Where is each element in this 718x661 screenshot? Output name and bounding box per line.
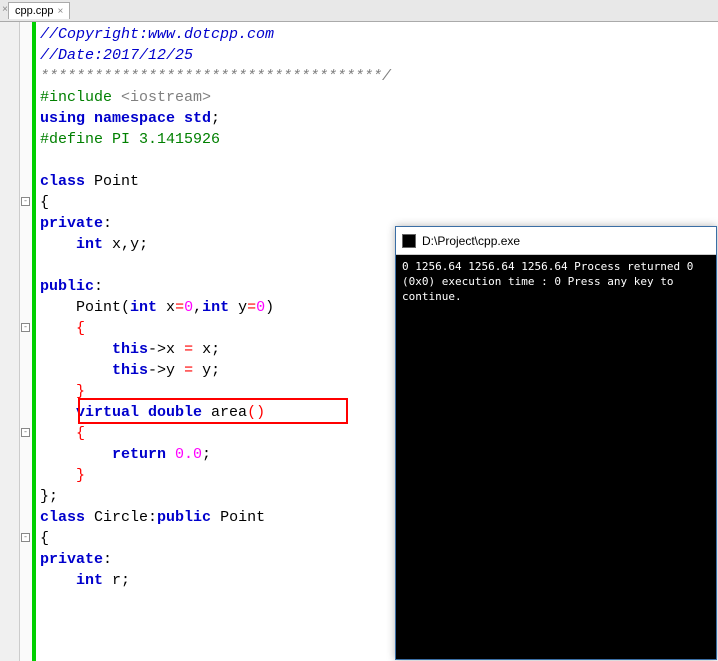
console-window[interactable]: D:\Project\cpp.exe 0 1256.64 1256.64 125… [395,226,717,660]
code-line[interactable]: class Point [40,171,714,192]
code-line[interactable]: { [40,192,714,213]
code-line[interactable]: //Copyright:www.dotcpp.com [40,24,714,45]
code-line[interactable]: #include <iostream> [40,87,714,108]
console-output: 0 1256.64 1256.64 1256.64 Process return… [396,255,716,659]
line-gutter [0,22,20,661]
code-line[interactable]: #define PI 3.1415926 [40,129,714,150]
code-line[interactable] [40,150,714,171]
code-line[interactable]: //Date:2017/12/25 [40,45,714,66]
console-title-text: D:\Project\cpp.exe [422,234,520,248]
console-titlebar[interactable]: D:\Project\cpp.exe [396,227,716,255]
console-icon [402,234,416,248]
tab-bar: × cpp.cpp × [0,0,718,22]
fold-toggle[interactable]: - [21,323,30,332]
fold-toggle[interactable]: - [21,197,30,206]
fold-column: - - - - [20,22,32,661]
tab-label: cpp.cpp [15,5,54,17]
fold-toggle[interactable]: - [21,428,30,437]
code-line[interactable]: **************************************/ [40,66,714,87]
fold-toggle[interactable]: - [21,533,30,542]
editor-tab[interactable]: cpp.cpp × [8,2,70,19]
tab-close-icon[interactable]: × [58,6,64,17]
code-line[interactable]: using namespace std; [40,108,714,129]
